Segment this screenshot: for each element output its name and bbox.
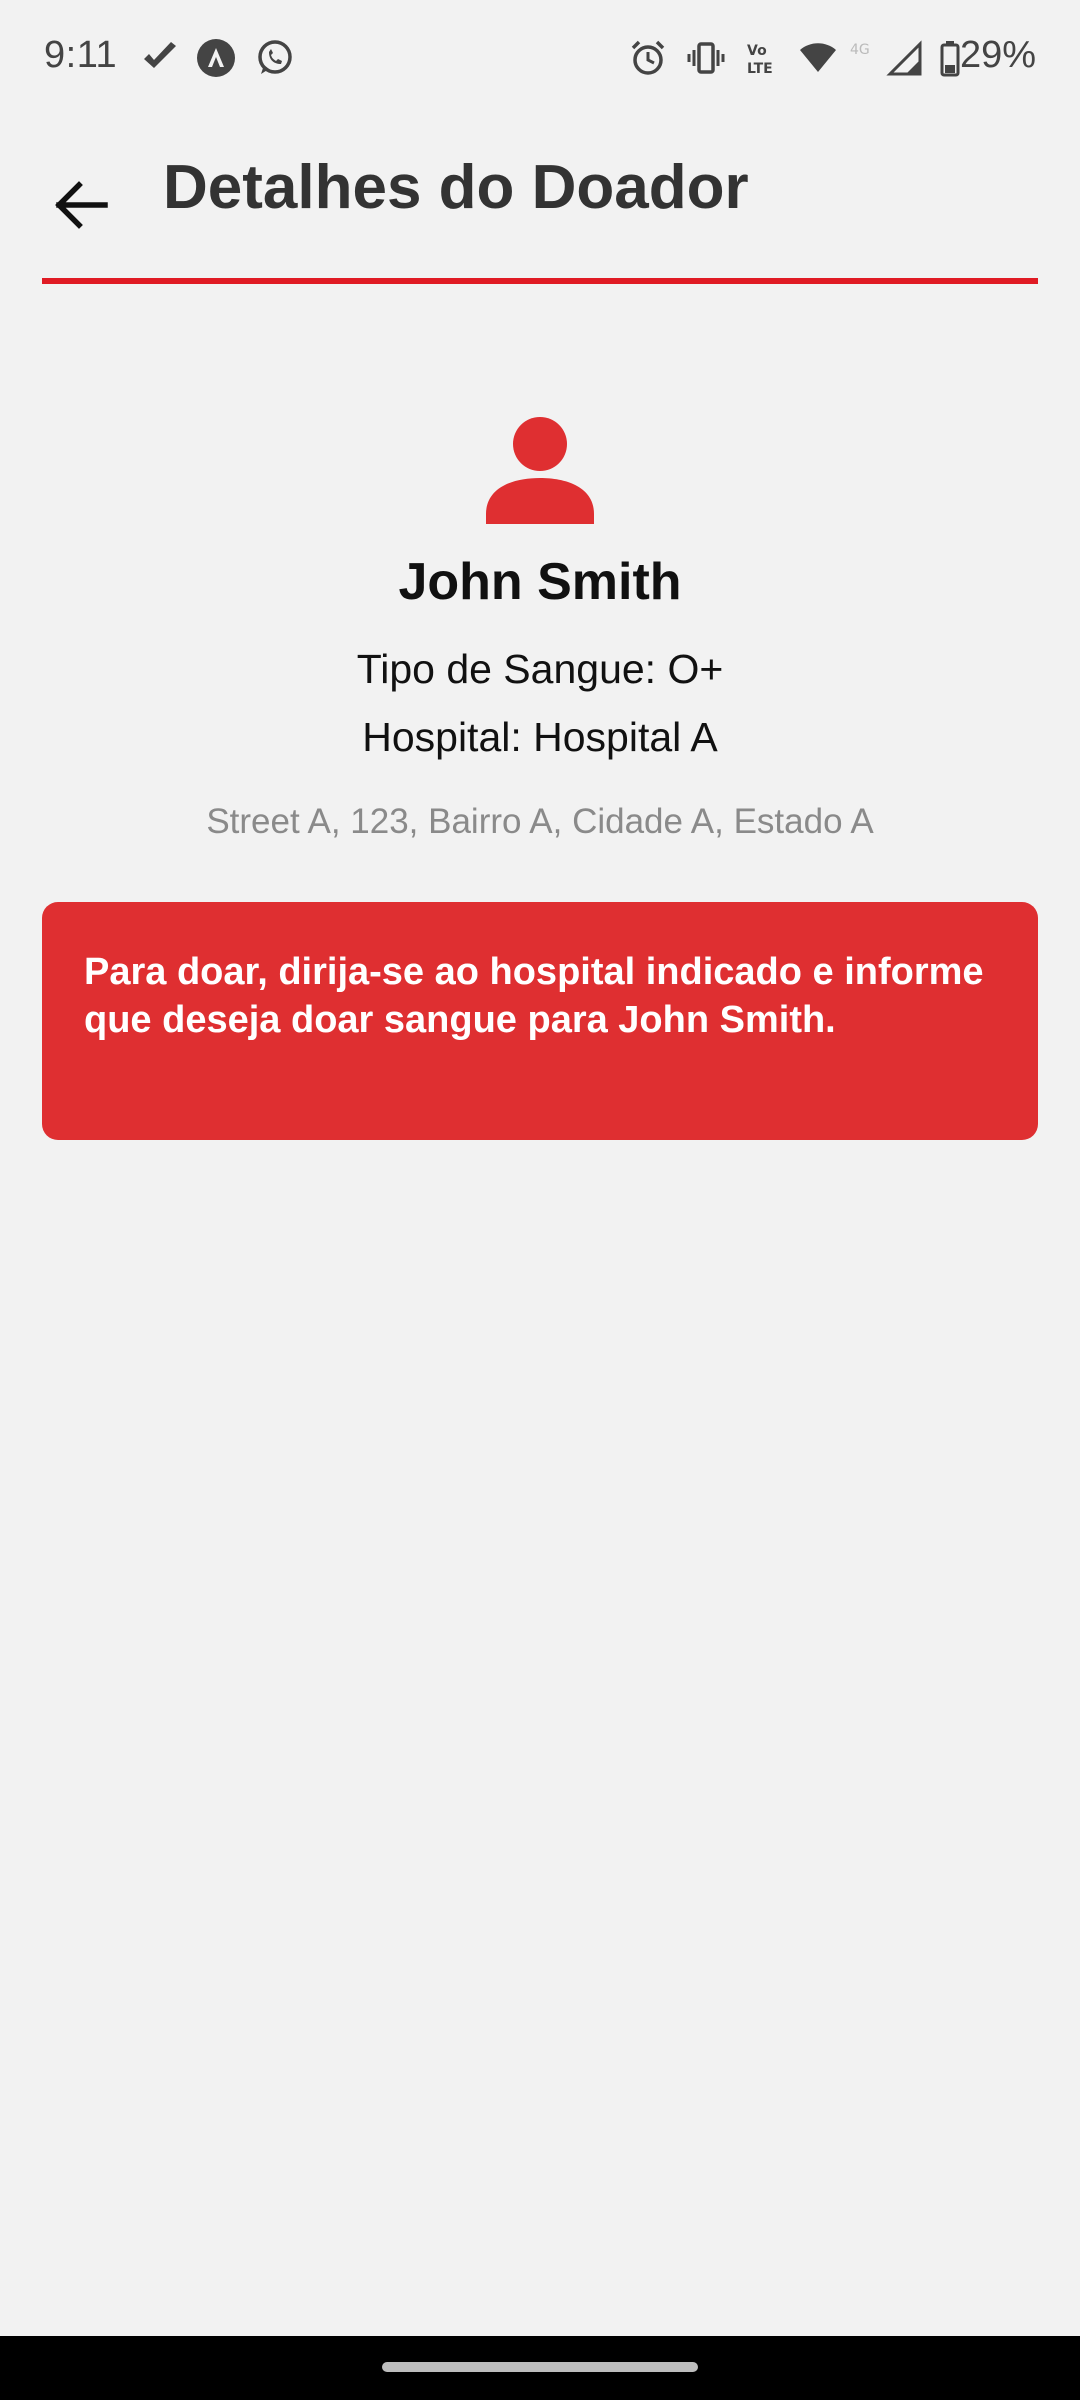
wifi-icon	[800, 43, 836, 72]
screen: 9:11 Vo LTE 4G 29% Detalhes do Doador Jo…	[0, 0, 1080, 2400]
navigation-bar	[0, 2336, 1080, 2400]
back-button[interactable]	[42, 166, 120, 244]
hospital-name: Hospital: Hospital A	[362, 714, 718, 760]
app-bar: Detalhes do Doador	[0, 118, 1080, 282]
donation-info-text: Para doar, dirija-se ao hospital indicad…	[84, 951, 984, 1041]
arrow-back-icon	[55, 181, 108, 229]
check-icon	[144, 42, 176, 68]
signal-4g-icon: 4G	[850, 42, 870, 58]
person-icon	[486, 417, 594, 524]
vibrate-icon	[687, 42, 725, 74]
blood-type: Tipo de Sangue: O+	[356, 646, 724, 692]
signal-icon	[886, 40, 922, 76]
page-title: Detalhes do Doador	[163, 153, 749, 222]
status-bar: 9:11 Vo LTE 4G 29%	[0, 0, 1080, 118]
alarm-icon	[631, 40, 665, 75]
home-gesture-handle[interactable]	[382, 2362, 698, 2372]
battery-percentage: 29%	[959, 34, 1036, 76]
svg-text:4G: 4G	[850, 42, 870, 58]
app-icon	[197, 39, 235, 77]
title-underline	[42, 278, 1038, 284]
svg-text:Vo: Vo	[747, 43, 767, 59]
whatsapp-icon	[258, 40, 292, 74]
svg-text:LTE: LTE	[747, 61, 773, 77]
volte-icon: Vo LTE	[747, 43, 773, 77]
donation-info-card: Para doar, dirija-se ao hospital indicad…	[42, 902, 1038, 1140]
status-time: 9:11	[44, 34, 118, 76]
donor-name: John Smith	[398, 553, 682, 611]
hospital-address: Street A, 123, Bairro A, Cidade A, Estad…	[206, 802, 874, 841]
